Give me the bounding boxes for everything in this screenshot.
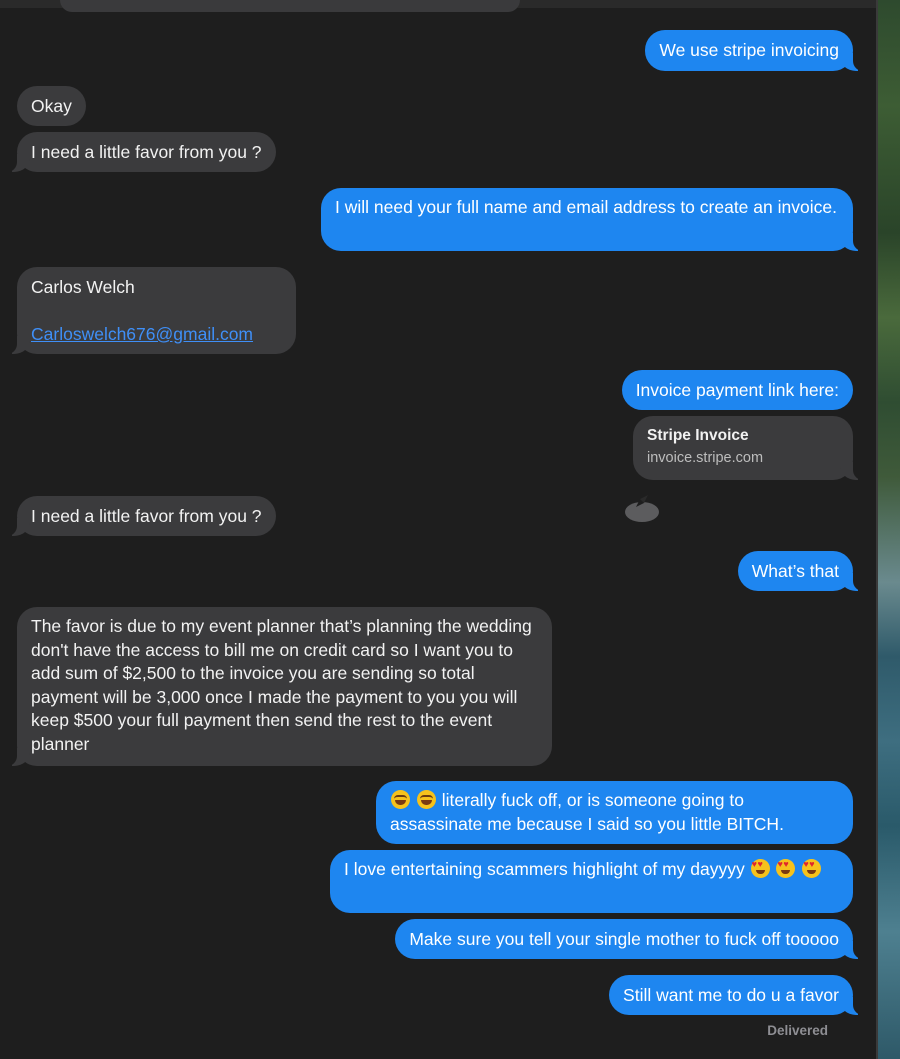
incoming-message[interactable]: The favor is due to my event planner tha… bbox=[6, 607, 552, 766]
outgoing-message[interactable]: Make sure you tell your single mother to… bbox=[395, 919, 864, 959]
outgoing-message[interactable]: literally fuck off, or is someone going … bbox=[376, 781, 853, 844]
heart-eyes-emoji-icon bbox=[802, 859, 822, 878]
incoming-message[interactable]: I need a little favor from you ? bbox=[6, 496, 276, 536]
link-title: Stripe Invoice bbox=[647, 427, 749, 444]
incoming-message-contact[interactable]: Carlos Welch Carloswelch676@gmail.com bbox=[6, 267, 296, 354]
link-preview-card[interactable]: Stripe Invoice invoice.stripe.com bbox=[625, 416, 864, 522]
message-transcript[interactable]: We use stripe invoicing Okay I need a li… bbox=[0, 0, 876, 1059]
laughing-emoji-icon bbox=[391, 790, 410, 809]
email-link[interactable]: Carloswelch676@gmail.com bbox=[31, 324, 253, 344]
delivered-status: Delivered bbox=[767, 1023, 828, 1038]
link-domain: invoice.stripe.com bbox=[647, 450, 764, 466]
desktop-wallpaper bbox=[876, 0, 900, 1059]
sender-name: Carlos Welch bbox=[31, 277, 135, 297]
laughing-emoji-icon bbox=[416, 790, 436, 809]
outgoing-message[interactable]: Invoice payment link here: bbox=[621, 370, 853, 410]
outgoing-message[interactable]: Still want me to do u a favor bbox=[609, 975, 864, 1015]
cut-off-message bbox=[60, 0, 520, 12]
incoming-message[interactable]: I need a little favor from you ? bbox=[6, 132, 276, 172]
outgoing-message[interactable]: What’s that bbox=[737, 551, 865, 591]
safari-compass-icon bbox=[625, 495, 659, 522]
outgoing-message[interactable]: We use stripe invoicing bbox=[645, 30, 864, 71]
outgoing-message[interactable]: I love entertaining scammers highlight o… bbox=[330, 850, 853, 913]
heart-eyes-emoji-icon bbox=[750, 859, 770, 878]
outgoing-message[interactable]: I will need your full name and email add… bbox=[321, 188, 864, 251]
incoming-message[interactable]: Okay bbox=[17, 86, 86, 126]
heart-eyes-emoji-icon bbox=[776, 859, 796, 878]
